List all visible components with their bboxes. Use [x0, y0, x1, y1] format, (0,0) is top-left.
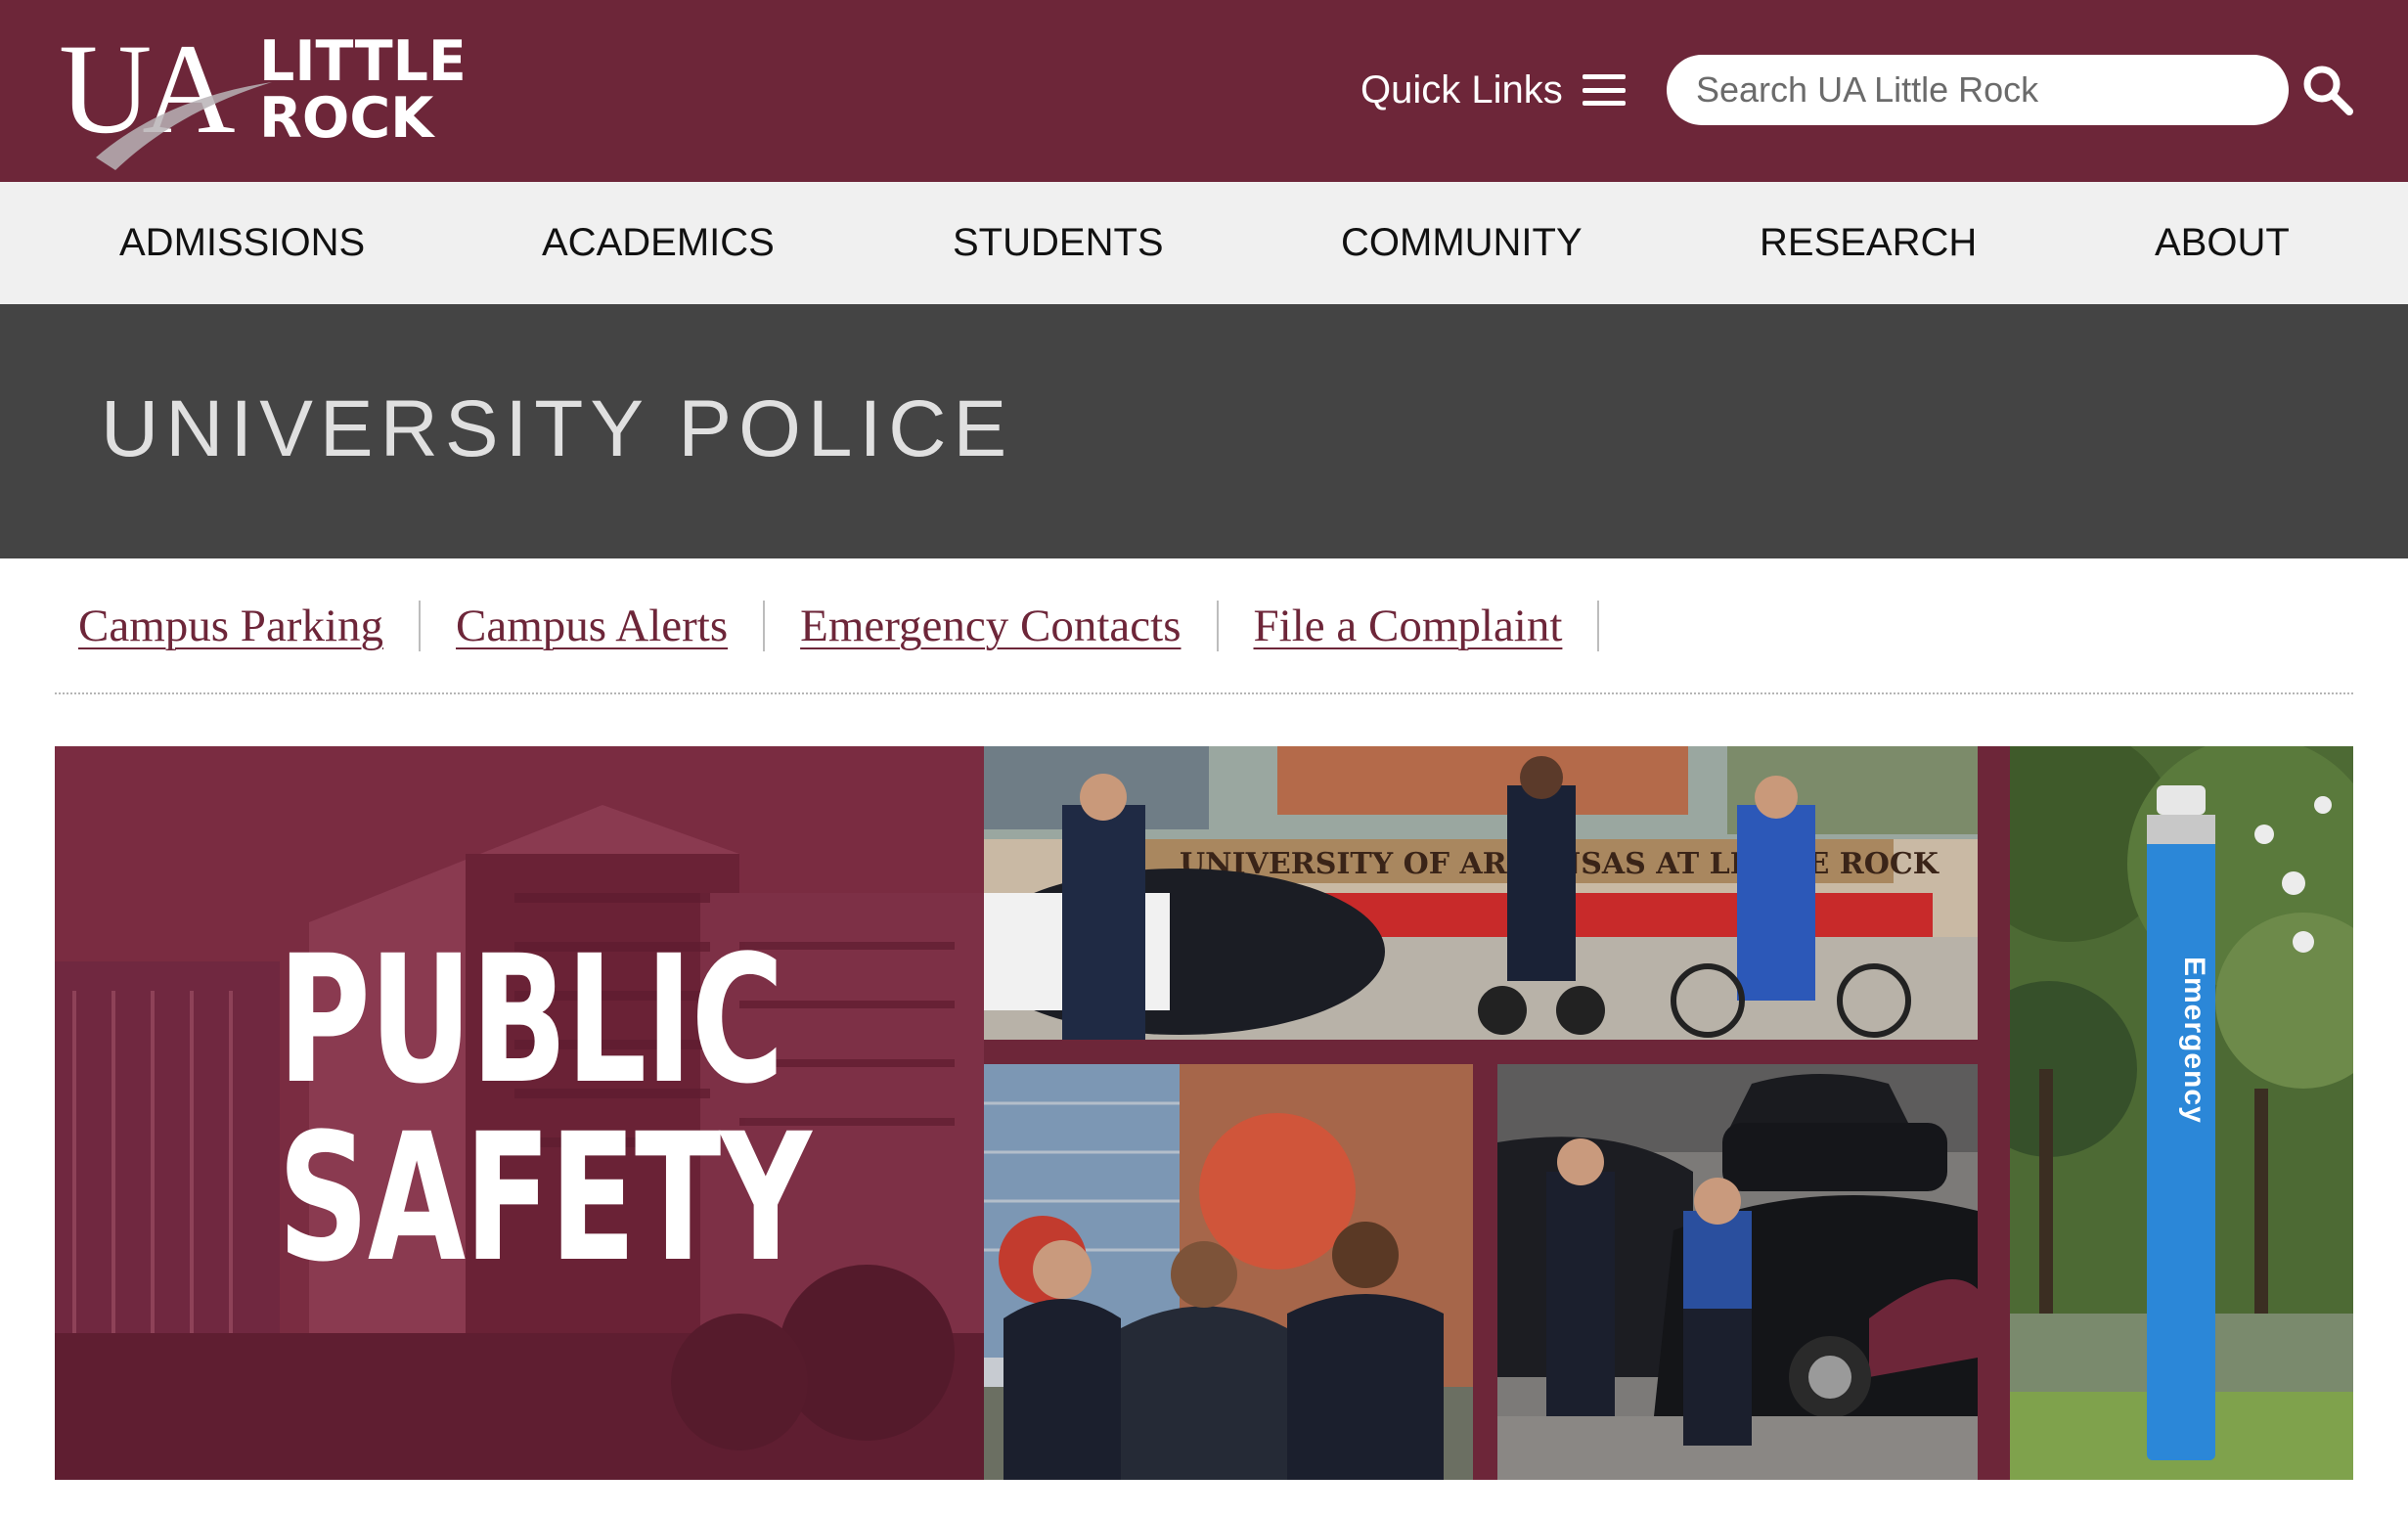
nav-about[interactable]: ABOUT	[2155, 182, 2290, 304]
link-separator	[419, 601, 422, 651]
quick-links-label: Quick Links	[1360, 67, 1563, 111]
photo-officers-at-sign: UNIVERSITY OF ARKANSAS AT LITTLE ROCK	[984, 746, 1978, 1040]
logo-word-little: LITTLE	[259, 29, 467, 94]
dotted-divider	[55, 692, 2353, 694]
three-officers-image	[984, 1064, 1473, 1480]
photo-officers-with-patrol-cars	[1497, 1064, 1978, 1480]
logo-word-rock: ROCK	[259, 86, 434, 151]
nav-community[interactable]: COMMUNITY	[1341, 182, 1583, 304]
quick-links-button[interactable]: Quick Links	[1360, 63, 1626, 117]
logo-swoosh-icon	[96, 82, 272, 170]
page-banner: UNIVERSITY POLICE	[0, 304, 2408, 558]
link-separator	[1597, 601, 1600, 651]
logo-wordmark: LITTLE ROCK	[259, 33, 467, 147]
public-safety-hero-image: PUBLIC SAFETY UNIVERSITY OF ARKANSAS AT …	[55, 746, 2353, 1480]
hero-title: PUBLIC SAFETY	[278, 918, 812, 1301]
section-links: Campus Parking Campus Alerts Emergency C…	[78, 592, 1634, 660]
hero-building-panel: PUBLIC SAFETY	[55, 746, 984, 1480]
ua-little-rock-logo[interactable]: UA LITTLE ROCK	[59, 24, 467, 170]
link-file-a-complaint[interactable]: File a Complaint	[1254, 600, 1563, 652]
officers-at-sign-image: UNIVERSITY OF ARKANSAS AT LITTLE ROCK	[984, 746, 1978, 1040]
link-separator	[763, 601, 766, 651]
hero-title-line2: SAFETY	[278, 1096, 812, 1301]
link-campus-parking[interactable]: Campus Parking	[78, 600, 383, 652]
hero-title-line1: PUBLIC	[278, 918, 784, 1123]
hamburger-icon	[1582, 74, 1626, 106]
emergency-tower-label: Emergency	[2178, 957, 2210, 1124]
page-title: UNIVERSITY POLICE	[101, 384, 1014, 473]
photo-three-officers	[984, 1064, 1473, 1480]
nav-admissions[interactable]: ADMISSIONS	[119, 182, 365, 304]
main-navigation: ADMISSIONS ACADEMICS STUDENTS COMMUNITY …	[0, 182, 2408, 304]
link-separator	[1216, 601, 1219, 651]
patrol-cars-image	[1497, 1064, 1978, 1480]
link-emergency-contacts[interactable]: Emergency Contacts	[800, 600, 1181, 652]
link-campus-alerts[interactable]: Campus Alerts	[456, 600, 728, 652]
nav-academics[interactable]: ACADEMICS	[542, 182, 775, 304]
search-icon	[2303, 66, 2353, 115]
nav-students[interactable]: STUDENTS	[953, 182, 1164, 304]
search-button[interactable]	[2298, 61, 2357, 119]
search-input[interactable]	[1667, 55, 2289, 125]
nav-research[interactable]: RESEARCH	[1760, 182, 1977, 304]
site-header: UA LITTLE ROCK Quick Links	[0, 0, 2408, 182]
